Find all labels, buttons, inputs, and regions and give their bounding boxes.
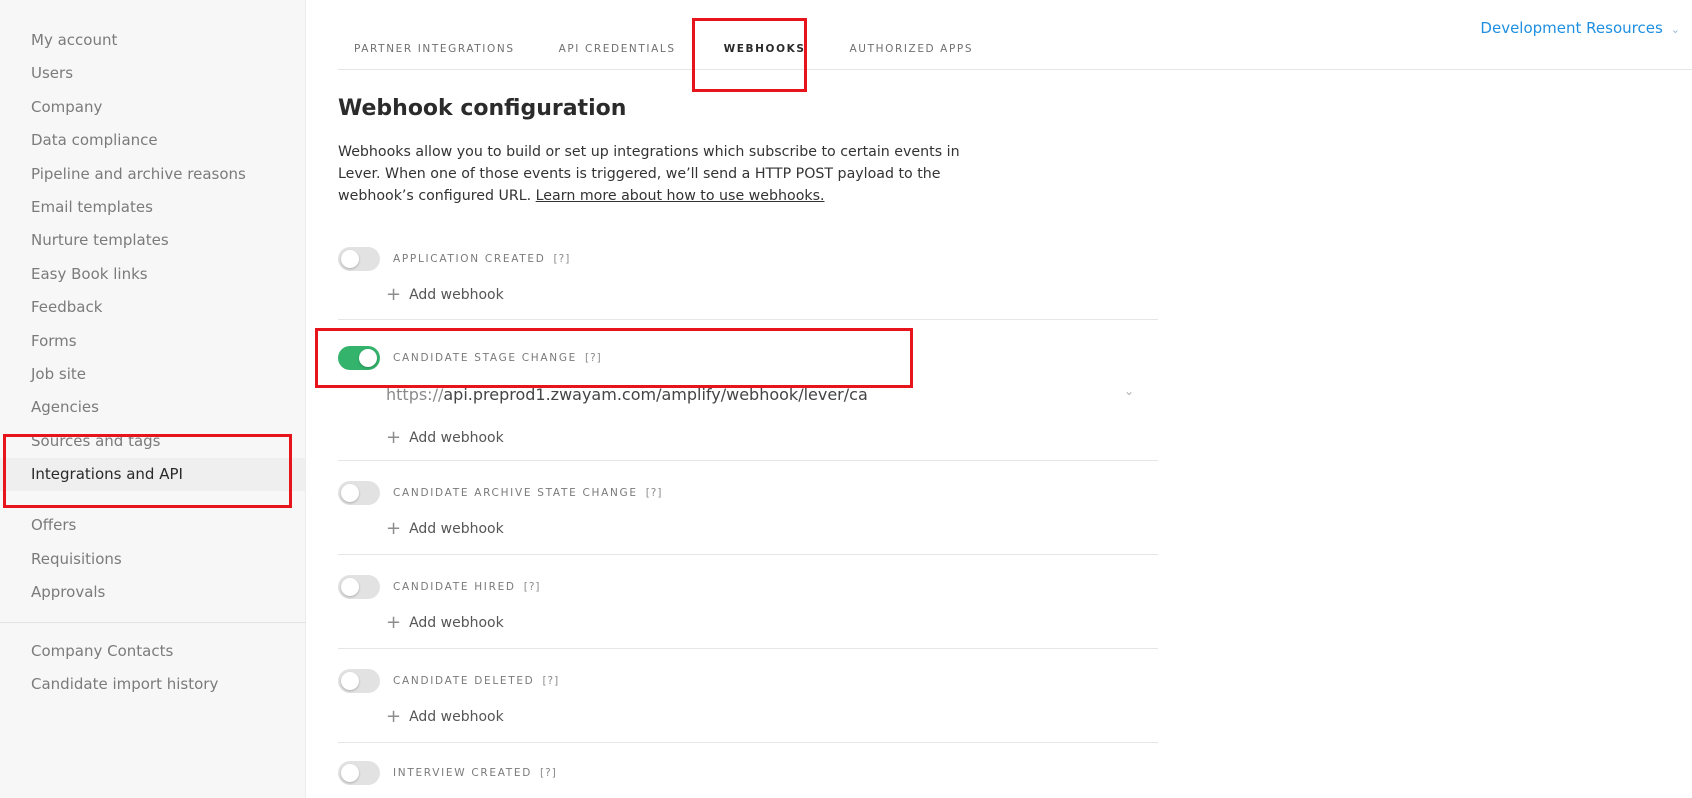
page-title: Webhook configuration — [338, 96, 627, 121]
event-header: CANDIDATE ARCHIVE STATE CHANGE [?] — [338, 473, 1158, 513]
development-resources-label: Development Resources — [1480, 19, 1663, 37]
sidebar-item-approvals[interactable]: Approvals — [0, 576, 305, 609]
plus-icon: + — [386, 427, 402, 448]
toggle-knob — [341, 484, 359, 502]
sidebar-item-pipeline-archive[interactable]: Pipeline and archive reasons — [0, 158, 305, 191]
event-application-created: APPLICATION CREATED [?] + Add webhook — [338, 229, 1158, 320]
help-icon[interactable]: [?] — [554, 253, 571, 265]
sidebar-item-easy-book-links[interactable]: Easy Book links — [0, 258, 305, 291]
plus-icon: + — [386, 706, 402, 727]
sidebar-item-feedback[interactable]: Feedback — [0, 291, 305, 324]
event-label: INTERVIEW CREATED — [393, 767, 533, 779]
event-candidate-archive-state-change: CANDIDATE ARCHIVE STATE CHANGE [?] + Add… — [338, 461, 1158, 555]
help-icon[interactable]: [?] — [524, 581, 541, 593]
event-interview-created: INTERVIEW CREATED [?] — [338, 743, 1158, 793]
sidebar-item-company-contacts[interactable]: Company Contacts — [0, 635, 305, 668]
event-header: INTERVIEW CREATED [?] — [338, 753, 1158, 793]
sidebar-item-users[interactable]: Users — [0, 57, 305, 90]
sidebar-primary-group: My account Users Company Data compliance… — [0, 0, 305, 610]
event-label: CANDIDATE HIRED — [393, 581, 516, 593]
event-candidate-hired: CANDIDATE HIRED [?] + Add webhook — [338, 555, 1158, 649]
plus-icon: + — [386, 518, 402, 539]
add-webhook-label: Add webhook — [409, 615, 504, 631]
add-webhook-button[interactable]: + Add webhook — [386, 513, 1158, 545]
help-icon[interactable]: [?] — [540, 767, 557, 779]
sidebar-item-offers[interactable]: Offers — [0, 509, 305, 542]
help-icon[interactable]: [?] — [646, 487, 663, 499]
sidebar-item-company[interactable]: Company — [0, 91, 305, 124]
event-candidate-stage-change: CANDIDATE STAGE CHANGE [?] https:// api.… — [338, 320, 1158, 461]
add-webhook-label: Add webhook — [409, 521, 504, 537]
sidebar-item-sources-tags[interactable]: Sources and tags — [0, 425, 305, 458]
event-label: CANDIDATE ARCHIVE STATE CHANGE — [393, 487, 638, 499]
sidebar-item-my-account[interactable]: My account — [0, 24, 305, 57]
sidebar-item-forms[interactable]: Forms — [0, 325, 305, 358]
event-label: APPLICATION CREATED — [393, 253, 546, 265]
add-webhook-label: Add webhook — [409, 287, 504, 303]
toggle-knob — [341, 672, 359, 690]
add-webhook-label: Add webhook — [409, 430, 504, 446]
toggle-candidate-deleted[interactable] — [338, 669, 380, 693]
page-description: Webhooks allow you to build or set up in… — [338, 141, 978, 207]
sidebar-item-data-compliance[interactable]: Data compliance — [0, 124, 305, 157]
sidebar-item-email-templates[interactable]: Email templates — [0, 191, 305, 224]
event-label: CANDIDATE DELETED — [393, 675, 535, 687]
toggle-knob — [359, 349, 377, 367]
toggle-knob — [341, 764, 359, 782]
add-webhook-button[interactable]: + Add webhook — [386, 422, 1158, 454]
webhook-url-field[interactable]: https:// api.preprod1.zwayam.com/amplify… — [386, 378, 1156, 410]
toggle-knob — [341, 578, 359, 596]
add-webhook-button[interactable]: + Add webhook — [386, 701, 1158, 733]
sidebar-item-candidate-import-history[interactable]: Candidate import history — [0, 668, 305, 701]
development-resources-dropdown[interactable]: Development Resources ⌄ — [1480, 19, 1680, 37]
url-scheme: https:// — [386, 384, 444, 404]
event-header: APPLICATION CREATED [?] — [338, 239, 1158, 279]
integrations-tabs: PARTNER INTEGRATIONS API CREDENTIALS WEB… — [338, 34, 1692, 70]
chevron-down-icon: ⌄ — [1670, 23, 1680, 36]
event-label: CANDIDATE STAGE CHANGE — [393, 352, 578, 364]
sidebar-secondary-group: Company Contacts Candidate import histor… — [0, 635, 305, 702]
webhook-main: Webhook configuration Webhooks allow you… — [338, 96, 1158, 793]
toggle-knob — [341, 250, 359, 268]
tab-api-credentials[interactable]: API CREDENTIALS — [559, 34, 676, 70]
url-value: api.preprod1.zwayam.com/amplify/webhook/… — [443, 384, 868, 404]
learn-more-link[interactable]: Learn more about how to use webhooks. — [536, 188, 825, 204]
event-header: CANDIDATE STAGE CHANGE [?] — [338, 338, 1158, 378]
toggle-candidate-archive-state-change[interactable] — [338, 481, 380, 505]
sidebar-item-agencies[interactable]: Agencies — [0, 391, 305, 424]
event-header: CANDIDATE DELETED [?] — [338, 661, 1158, 701]
event-candidate-deleted: CANDIDATE DELETED [?] + Add webhook — [338, 649, 1158, 743]
toggle-application-created[interactable] — [338, 247, 380, 271]
add-webhook-button[interactable]: + Add webhook — [386, 279, 1158, 311]
add-webhook-button[interactable]: + Add webhook — [386, 607, 1158, 639]
tab-partner-integrations[interactable]: PARTNER INTEGRATIONS — [354, 34, 515, 70]
toggle-candidate-stage-change[interactable] — [338, 346, 380, 370]
sidebar-divider — [0, 621, 306, 623]
help-icon[interactable]: [?] — [542, 675, 559, 687]
add-webhook-label: Add webhook — [409, 709, 504, 725]
help-icon[interactable]: [?] — [585, 352, 602, 364]
event-header: CANDIDATE HIRED [?] — [338, 567, 1158, 607]
toggle-candidate-hired[interactable] — [338, 575, 380, 599]
plus-icon: + — [386, 284, 402, 305]
settings-sidebar: My account Users Company Data compliance… — [0, 0, 306, 798]
chevron-down-icon[interactable]: ⌄ — [1124, 384, 1134, 398]
sidebar-item-requisitions[interactable]: Requisitions — [0, 543, 305, 576]
sidebar-item-nurture-templates[interactable]: Nurture templates — [0, 224, 305, 257]
sidebar-item-job-site[interactable]: Job site — [0, 358, 305, 391]
toggle-interview-created[interactable] — [338, 761, 380, 785]
tab-authorized-apps[interactable]: AUTHORIZED APPS — [850, 34, 974, 70]
plus-icon: + — [386, 612, 402, 633]
tab-webhooks[interactable]: WEBHOOKS — [724, 34, 806, 70]
sidebar-item-integrations-api[interactable]: Integrations and API — [0, 458, 305, 492]
